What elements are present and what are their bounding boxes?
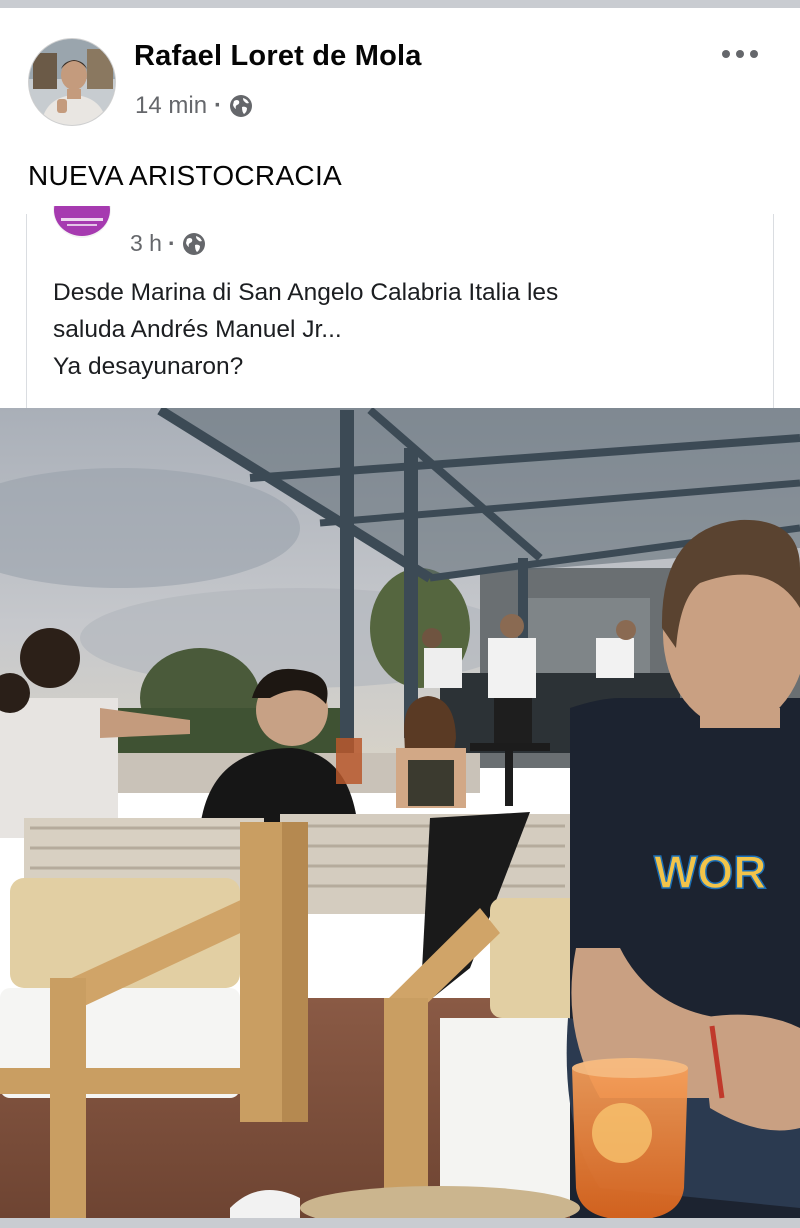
post-header: Rafael Loret de Mola 14 min · xyxy=(0,8,800,138)
shared-text-line: Desde Marina di San Angelo Calabria Ital… xyxy=(53,279,559,306)
shared-post-card[interactable]: 3 h · Desde Marina di San Angelo Calabri… xyxy=(26,206,774,408)
author-name[interactable]: Rafael Loret de Mola xyxy=(134,40,422,73)
author-avatar[interactable] xyxy=(28,38,116,126)
globe-icon xyxy=(230,95,253,117)
shared-text-line: Ya desayunaron? xyxy=(53,353,244,380)
post-photo[interactable]: WOR xyxy=(0,408,800,1218)
shared-post-meta: 3 h · xyxy=(130,230,206,257)
shared-author-avatar[interactable] xyxy=(53,206,111,238)
avatar-photo xyxy=(29,39,115,125)
shared-post-text: Desde Marina di San Angelo Calabria Ital… xyxy=(53,274,753,385)
shared-text-line: saluda Andrés Manuel Jr... xyxy=(53,316,342,343)
shirt-text: WOR xyxy=(654,846,766,898)
post-time[interactable]: 14 min xyxy=(135,92,207,120)
globe-icon xyxy=(182,232,205,255)
shared-avatar-image xyxy=(53,206,111,238)
top-divider xyxy=(0,0,800,8)
post-caption: NUEVA ARISTOCRACIA xyxy=(28,160,343,191)
more-options-icon[interactable] xyxy=(722,44,758,64)
meta-separator: · xyxy=(214,92,223,119)
post-meta: 14 min · xyxy=(135,92,253,120)
shared-post-time[interactable]: 3 h xyxy=(130,230,162,257)
restaurant-terrace-photo: WOR xyxy=(0,408,800,1218)
shared-meta-separator: · xyxy=(167,230,176,256)
bottom-divider xyxy=(0,1218,800,1228)
